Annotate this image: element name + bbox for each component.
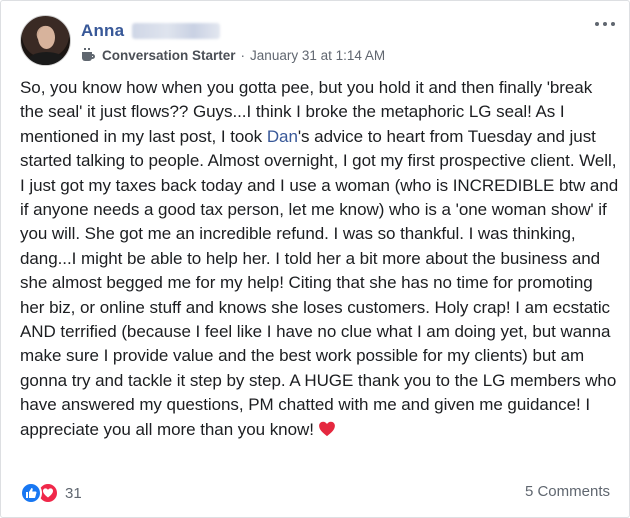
post-card: Anna Conversation Starter · January 31 a… <box>0 0 630 518</box>
conversation-starter-badge[interactable]: Conversation Starter <box>102 48 236 63</box>
author-row: Anna <box>81 21 221 41</box>
comments-link[interactable]: 5 Comments <box>525 483 610 500</box>
like-icon <box>20 482 42 504</box>
post-meta: Conversation Starter · January 31 at 1:1… <box>81 46 385 64</box>
avatar-shoulders <box>27 52 66 65</box>
coffee-cup-icon <box>81 48 97 62</box>
post-text-part-2: 's advice to heart from Tuesday and just… <box>20 126 619 439</box>
reactions-summary[interactable]: 31 <box>20 481 82 505</box>
post-header: Anna Conversation Starter · January 31 a… <box>20 15 617 69</box>
avatar-face <box>38 26 55 49</box>
author-name[interactable]: Anna <box>81 21 124 41</box>
avatar[interactable] <box>20 15 71 66</box>
blurred-surname <box>132 23 221 39</box>
post-footer: 31 5 Comments <box>20 481 610 505</box>
meta-separator: · <box>240 47 246 63</box>
mention-link[interactable]: Dan <box>267 127 298 146</box>
reaction-count[interactable]: 31 <box>65 485 82 502</box>
more-options-icon[interactable] <box>593 15 617 33</box>
post-body: So, you know how when you gotta pee, but… <box>20 76 620 442</box>
post-timestamp[interactable]: January 31 at 1:14 AM <box>250 48 385 63</box>
heart-emoji-icon <box>319 421 335 436</box>
